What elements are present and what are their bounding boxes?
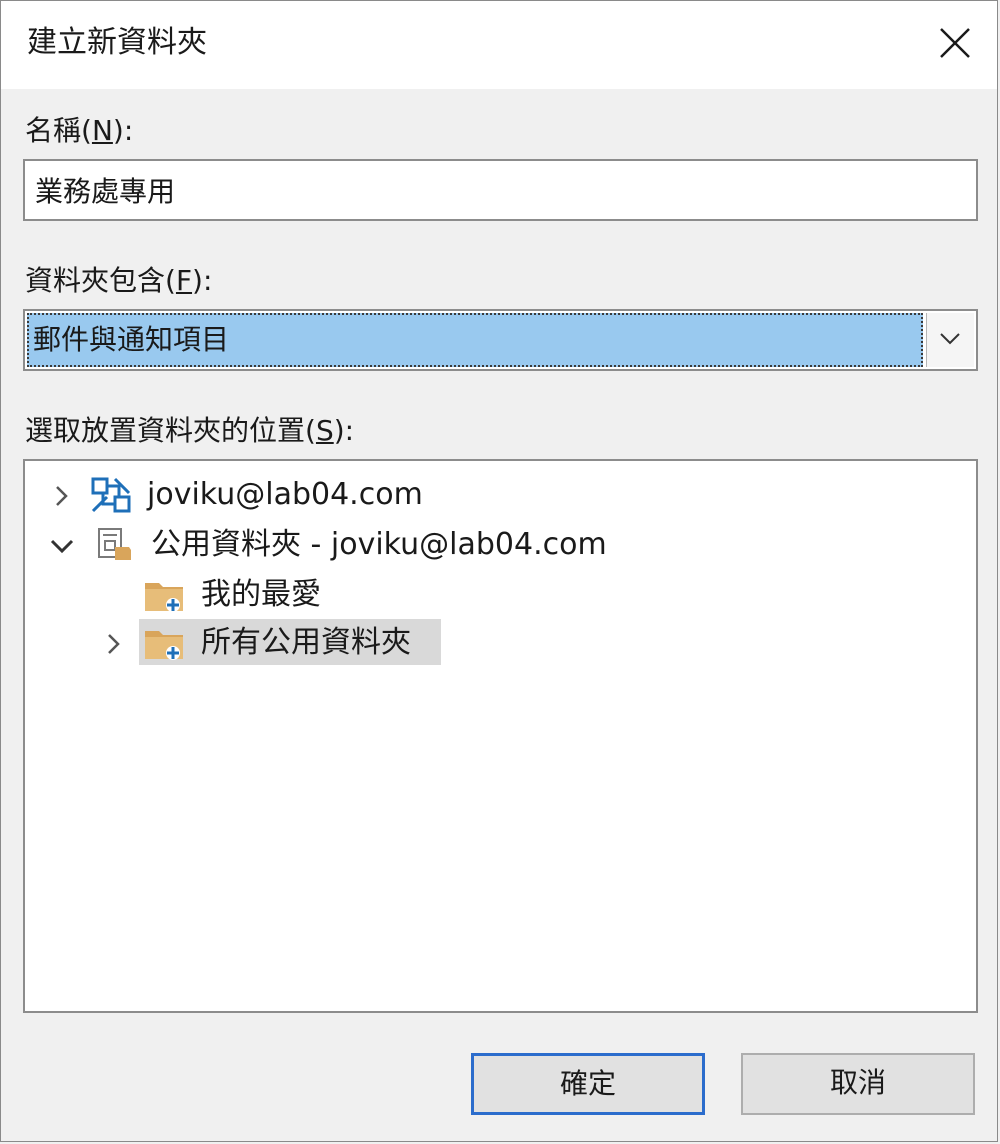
tree-item-label: 所有公用資料夾 bbox=[201, 625, 411, 660]
folder-contains-label-prefix: 資料夾包含( bbox=[25, 264, 176, 297]
tree-item-public-folders-root[interactable]: 公用資料夾 - joviku@lab04.com bbox=[25, 521, 975, 569]
dropdown-button[interactable] bbox=[926, 313, 974, 367]
name-label: 名稱(N): bbox=[25, 113, 133, 149]
public-folder-icon bbox=[143, 575, 187, 615]
tree-item-label: 公用資料夾 - joviku@lab04.com bbox=[151, 527, 607, 562]
name-input[interactable] bbox=[23, 159, 978, 221]
public-folders-root-icon bbox=[93, 525, 137, 565]
location-label-prefix: 選取放置資料夾的位置( bbox=[25, 414, 316, 447]
tree-item-label: joviku@lab04.com bbox=[147, 477, 423, 512]
exchange-account-icon bbox=[89, 475, 133, 515]
expand-chevron-right-icon[interactable] bbox=[99, 629, 129, 659]
chevron-down-icon bbox=[940, 333, 960, 345]
folder-contains-label: 資料夾包含(F): bbox=[25, 263, 212, 299]
folder-contains-selected-value[interactable]: 郵件與通知項目 bbox=[27, 313, 923, 367]
name-label-prefix: 名稱( bbox=[25, 114, 92, 147]
ok-button[interactable]: 確定 bbox=[471, 1053, 705, 1115]
folder-contains-label-suffix: ): bbox=[192, 264, 213, 297]
name-label-suffix: ): bbox=[112, 114, 134, 147]
name-label-accesskey: N bbox=[91, 114, 113, 147]
create-new-folder-dialog: 建立新資料夾 名稱(N): 資料夾包含(F): 郵件與通知項目 選取放置資料夾的… bbox=[0, 0, 998, 1142]
tree-item-account[interactable]: joviku@lab04.com bbox=[25, 471, 975, 519]
cancel-button[interactable]: 取消 bbox=[741, 1053, 975, 1115]
collapse-chevron-down-icon[interactable] bbox=[47, 531, 77, 561]
folder-contains-dropdown[interactable]: 郵件與通知項目 bbox=[23, 309, 978, 371]
tree-item-all-public-folders[interactable]: 所有公用資料夾 bbox=[25, 619, 975, 667]
public-folder-icon bbox=[143, 623, 187, 663]
close-icon bbox=[940, 28, 970, 58]
location-label-suffix: ): bbox=[333, 414, 355, 447]
tree-item-label: 我的最愛 bbox=[201, 577, 321, 612]
expand-chevron-right-icon[interactable] bbox=[47, 481, 77, 511]
location-label-accesskey: S bbox=[315, 414, 334, 447]
folder-contains-label-accesskey: F bbox=[175, 264, 193, 297]
folder-location-tree[interactable]: joviku@lab04.com 公用資料夾 - joviku@lab04.co… bbox=[23, 459, 978, 1013]
location-label: 選取放置資料夾的位置(S): bbox=[25, 413, 354, 449]
close-button[interactable] bbox=[935, 23, 975, 63]
title-bar: 建立新資料夾 bbox=[1, 1, 997, 89]
dialog-title: 建立新資料夾 bbox=[27, 25, 207, 60]
tree-item-favorites[interactable]: 我的最愛 bbox=[135, 571, 435, 619]
